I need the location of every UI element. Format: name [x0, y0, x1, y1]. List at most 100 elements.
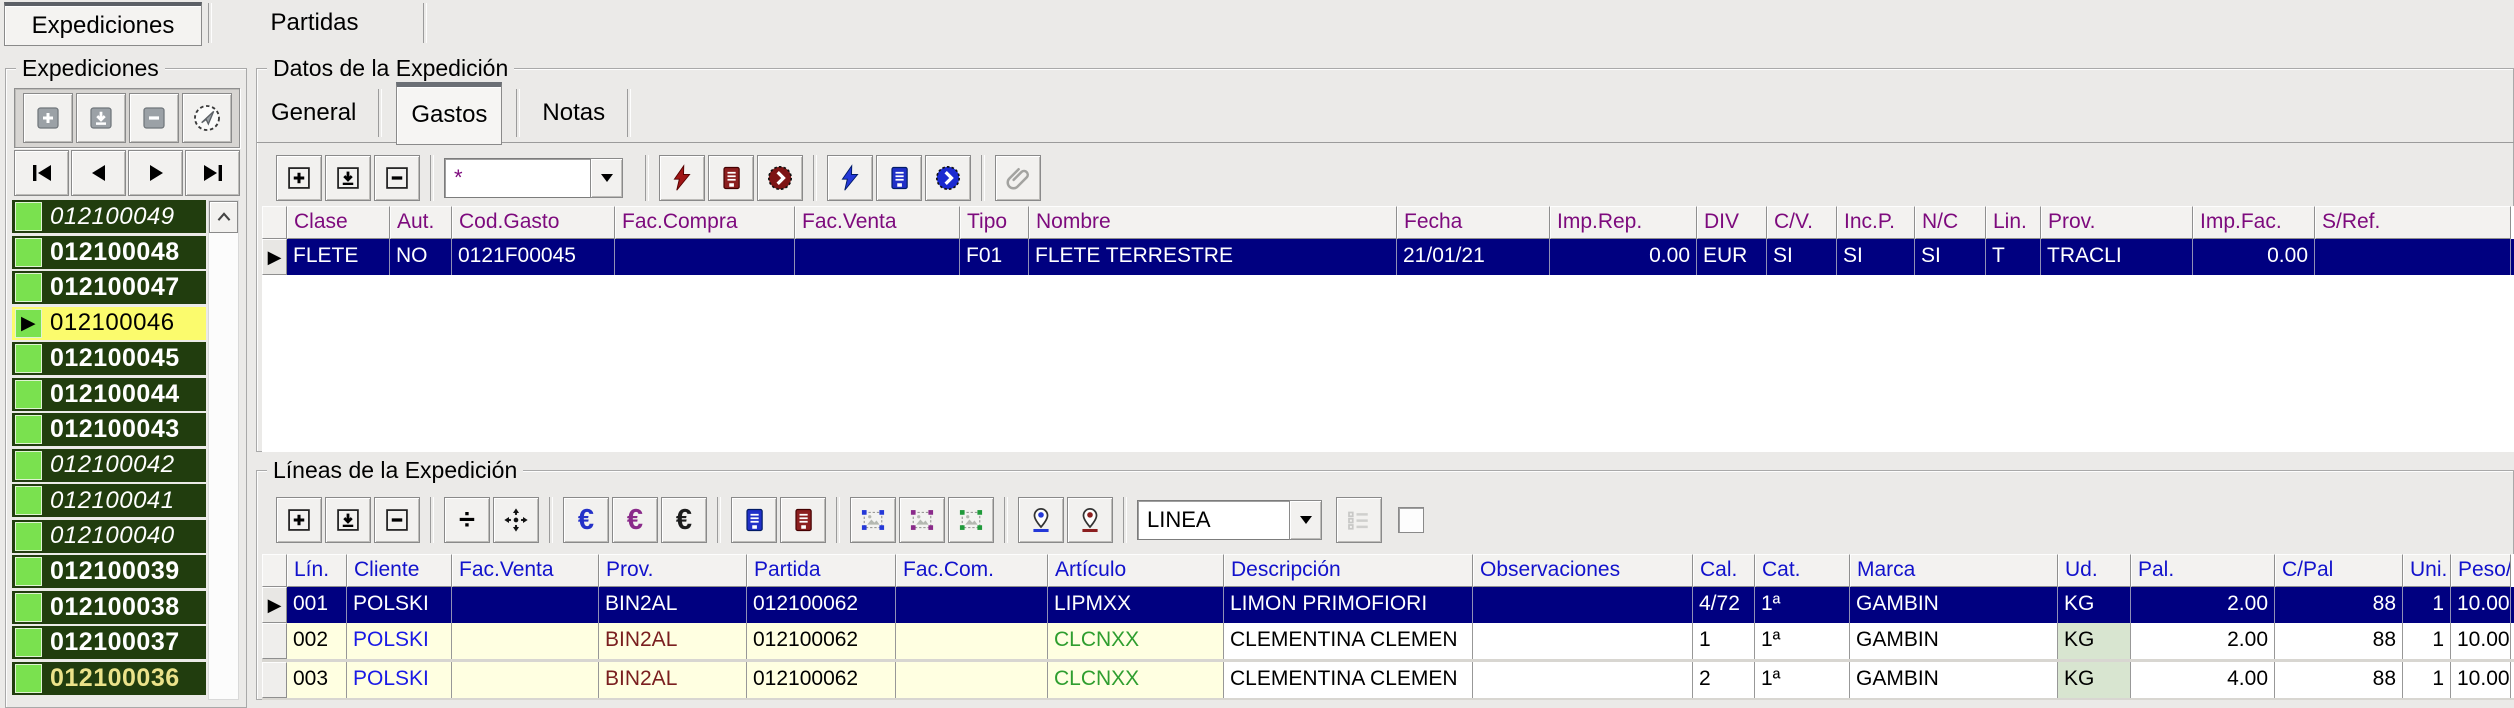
column-header-partida[interactable]: Partida: [747, 554, 896, 587]
expedicion-item[interactable]: 012100045: [12, 342, 206, 375]
cell[interactable]: 1ª: [1755, 623, 1850, 659]
column-header-art-culo[interactable]: Artículo: [1048, 554, 1224, 587]
cell[interactable]: 003: [287, 662, 347, 698]
delete-record-button[interactable]: [129, 93, 179, 143]
column-header-fac-compra[interactable]: Fac.Compra: [615, 206, 795, 239]
cell[interactable]: 2.00: [2131, 623, 2275, 659]
column-header-indicator[interactable]: [262, 206, 287, 239]
grid-row[interactable]: 002POLSKIBIN2AL012100062CLCNXXCLEMENTINA…: [262, 623, 2514, 662]
go-blue-button[interactable]: [925, 155, 971, 201]
cell[interactable]: SI: [1837, 239, 1915, 275]
cell[interactable]: BIN2AL: [599, 623, 747, 659]
cell[interactable]: KG: [2058, 623, 2131, 659]
expedicion-item[interactable]: 012100044: [12, 378, 206, 411]
execute-red-button[interactable]: [659, 155, 705, 201]
cell[interactable]: 1ª: [1755, 662, 1850, 698]
column-header-imp-fac-[interactable]: Imp.Fac.: [2193, 206, 2315, 239]
cell[interactable]: CLEMENTINA CLEMEN: [1224, 623, 1473, 659]
divide-button[interactable]: ÷: [444, 497, 490, 543]
column-header-imp-rep-[interactable]: Imp.Rep.: [1550, 206, 1697, 239]
dropdown-arrow-icon[interactable]: [590, 158, 623, 198]
cell[interactable]: 012100062: [747, 662, 896, 698]
expedicion-item-selected[interactable]: ▶012100046: [12, 307, 206, 340]
column-header-c-v-[interactable]: C/V.: [1767, 206, 1837, 239]
cell[interactable]: [896, 662, 1048, 698]
cell[interactable]: TRACLI: [2041, 239, 2193, 275]
grid-row-selected[interactable]: ▶FLETENO0121F00045F01FLETE TERRESTRE21/0…: [262, 239, 2514, 275]
column-header-prov-[interactable]: Prov.: [2041, 206, 2193, 239]
first-record-button[interactable]: [14, 150, 69, 196]
cell[interactable]: 1: [1693, 623, 1755, 659]
go-red-button[interactable]: [757, 155, 803, 201]
cell[interactable]: CLCNXX: [1048, 623, 1224, 659]
column-header-cod-gasto[interactable]: Cod.Gasto: [452, 206, 615, 239]
cell[interactable]: 2.00: [2131, 587, 2275, 623]
cell[interactable]: LIPMXX: [1048, 587, 1224, 623]
dropdown-arrow-icon[interactable]: [1289, 500, 1322, 540]
gastos-filter-combo[interactable]: *: [444, 158, 623, 198]
column-header-fac-venta[interactable]: Fac.Venta: [795, 206, 960, 239]
column-header-descripci-n[interactable]: Descripción: [1224, 554, 1473, 587]
expedicion-item[interactable]: 012100043: [12, 413, 206, 446]
column-header-lin-[interactable]: Lin.: [1986, 206, 2041, 239]
grid-row[interactable]: 003POLSKIBIN2AL012100062CLCNXXCLEMENTINA…: [262, 662, 2514, 700]
column-header-indicator[interactable]: [262, 554, 287, 587]
expedicion-item[interactable]: 012100041: [12, 484, 206, 517]
cell[interactable]: [452, 662, 599, 698]
cell[interactable]: [2315, 239, 2511, 275]
cell[interactable]: POLSKI: [347, 623, 452, 659]
cell[interactable]: 10.000: [2451, 587, 2511, 623]
euro-black-button[interactable]: €: [661, 497, 707, 543]
cell[interactable]: 001: [287, 587, 347, 623]
cell[interactable]: EUR: [1697, 239, 1767, 275]
attachment-button[interactable]: [995, 155, 1041, 201]
save-record-button[interactable]: [76, 93, 126, 143]
save-linea-button[interactable]: [325, 497, 371, 543]
cell[interactable]: KG: [2058, 587, 2131, 623]
image-select-blue-button[interactable]: [850, 497, 896, 543]
cell[interactable]: T: [1986, 239, 2041, 275]
euro-purple-button[interactable]: €: [612, 497, 658, 543]
tab-partidas[interactable]: Partidas: [212, 0, 417, 46]
cell[interactable]: 4.00: [2131, 662, 2275, 698]
tab-expediciones[interactable]: Expediciones: [4, 2, 202, 46]
add-linea-button[interactable]: [276, 497, 322, 543]
cell[interactable]: 88: [2275, 587, 2403, 623]
expedicion-item[interactable]: 012100047: [12, 271, 206, 304]
cell[interactable]: 1ª: [1755, 587, 1850, 623]
cell[interactable]: SI: [1767, 239, 1837, 275]
cell[interactable]: [1473, 662, 1693, 698]
expedicion-item[interactable]: 012100049: [12, 200, 206, 233]
pin-blue-button[interactable]: [1018, 497, 1064, 543]
document-blue-button[interactable]: [731, 497, 777, 543]
pin-red-button[interactable]: [1067, 497, 1113, 543]
image-select-green-button[interactable]: [948, 497, 994, 543]
cell[interactable]: [452, 587, 599, 623]
column-header-fecha[interactable]: Fecha: [1397, 206, 1550, 239]
column-header-ud-[interactable]: Ud.: [2058, 554, 2131, 587]
column-header-fac-venta[interactable]: Fac.Venta: [452, 554, 599, 587]
cell[interactable]: 88: [2275, 623, 2403, 659]
cell[interactable]: 012100062: [747, 587, 896, 623]
report-red-button[interactable]: [708, 155, 754, 201]
expedicion-item[interactable]: 012100040: [12, 520, 206, 553]
image-select-purple-button[interactable]: [899, 497, 945, 543]
cell[interactable]: 1: [2403, 587, 2451, 623]
cell[interactable]: GAMBIN: [1850, 623, 2058, 659]
column-header-cliente[interactable]: Cliente: [347, 554, 452, 587]
scroll-up-button[interactable]: [209, 201, 238, 233]
cell[interactable]: KG: [2058, 662, 2131, 698]
cell[interactable]: 1: [2403, 623, 2451, 659]
cell[interactable]: 10.000: [2451, 623, 2511, 659]
column-header-clase[interactable]: Clase: [287, 206, 390, 239]
euro-blue-button[interactable]: €: [563, 497, 609, 543]
column-header-peso-un[interactable]: Peso/Un: [2451, 554, 2511, 587]
column-header-fac-com-[interactable]: Fac.Com.: [896, 554, 1048, 587]
expedicion-item[interactable]: 012100048: [12, 236, 206, 269]
cell[interactable]: F01: [960, 239, 1029, 275]
last-record-button[interactable]: [185, 150, 240, 196]
navigate-button[interactable]: [182, 93, 232, 143]
cell[interactable]: NO: [390, 239, 452, 275]
cell[interactable]: [896, 587, 1048, 623]
cell[interactable]: [795, 239, 960, 275]
